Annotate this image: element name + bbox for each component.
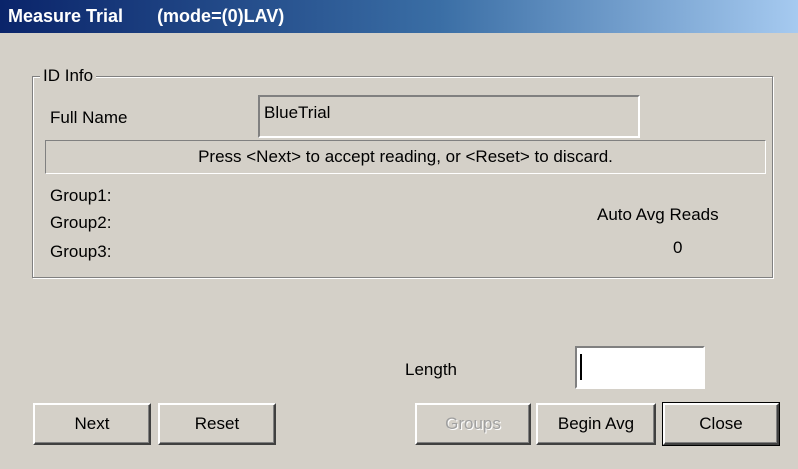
window-title: Measure Trial xyxy=(8,6,124,26)
group3-label: Group3: xyxy=(50,242,112,261)
auto-avg-reads-value: 0 xyxy=(673,238,683,257)
mode-indicator: (mode=(0)LAV) xyxy=(157,6,285,26)
begin-avg-button[interactable]: Begin Avg xyxy=(536,403,656,445)
length-label: Length xyxy=(405,360,457,379)
text-caret xyxy=(580,354,582,380)
full-name-field: BlueTrial xyxy=(258,95,640,138)
auto-avg-reads-label: Auto Avg Reads xyxy=(597,205,719,224)
reset-button[interactable]: Reset xyxy=(158,403,276,445)
group1-label: Group1: xyxy=(50,186,112,205)
next-button[interactable]: Next xyxy=(33,403,151,445)
length-input[interactable] xyxy=(575,346,705,389)
full-name-label: Full Name xyxy=(50,108,128,127)
status-message: Press <Next> to accept reading, or <Rese… xyxy=(45,140,766,174)
close-button[interactable]: Close xyxy=(662,402,780,446)
group2-label: Group2: xyxy=(50,213,112,232)
id-info-legend: ID Info xyxy=(40,66,97,86)
groups-button[interactable]: Groups xyxy=(415,403,531,445)
title-bar: Measure Trial (mode=(0)LAV) xyxy=(0,0,798,33)
